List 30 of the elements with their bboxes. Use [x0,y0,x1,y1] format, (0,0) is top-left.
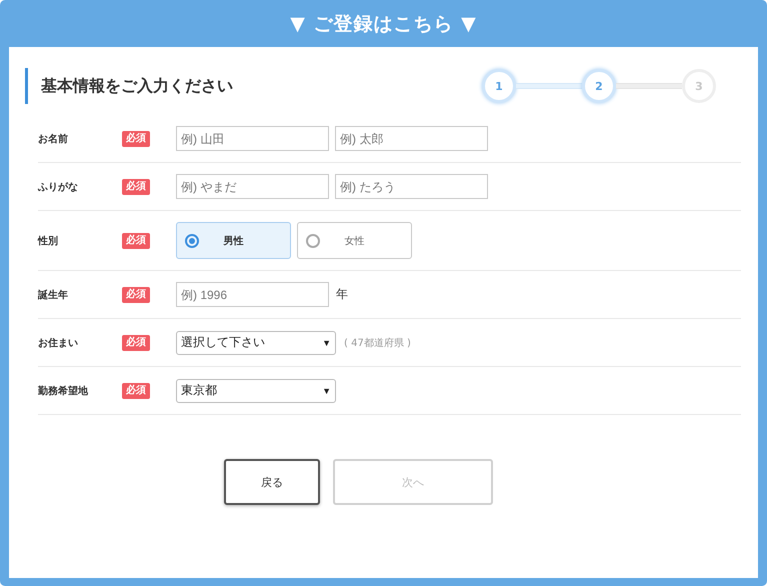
field-label: お名前 [38,132,69,146]
required-badge: 必須 [122,334,150,350]
unit-label: 年 [336,286,348,303]
required-badge: 必須 [122,382,150,398]
hint-text: ( 47都道府県 ) [344,336,411,350]
step-connector [616,83,682,89]
select-field[interactable]: 選択して下さい ▼ [176,330,336,354]
step-connector [516,83,582,89]
input-field[interactable]: 例) やまだ [176,174,329,199]
input-field[interactable]: 例) 太郎 [335,126,488,151]
field-label: お住まい [38,336,79,350]
section-title: 基本情報をご入力ください [25,68,233,104]
step-indicator: 1 [482,69,516,103]
required-badge: 必須 [122,232,150,248]
field-label: ふりがな [38,180,79,194]
required-badge: 必須 [122,286,150,302]
required-badge: 必須 [122,178,150,194]
input-field[interactable]: 例) 山田 [176,126,329,151]
select-field[interactable]: 東京都 ▼ [176,378,336,402]
radio-option[interactable]: 男性 [176,222,291,259]
radio-option[interactable]: 女性 [297,222,412,259]
field-label: 勤務希望地 [38,384,89,398]
step-indicator: 2 [582,69,616,103]
input-field[interactable]: 例) たろう [335,174,488,199]
required-badge: 必須 [122,130,150,146]
back-button[interactable]: 戻る [224,459,320,505]
input-field[interactable]: 例) 1996 [176,282,329,307]
header-title: ▼ ご登録はこちら ▼ [290,12,477,36]
field-label: 誕生年 [38,288,69,302]
field-label: 性別 [38,234,59,248]
